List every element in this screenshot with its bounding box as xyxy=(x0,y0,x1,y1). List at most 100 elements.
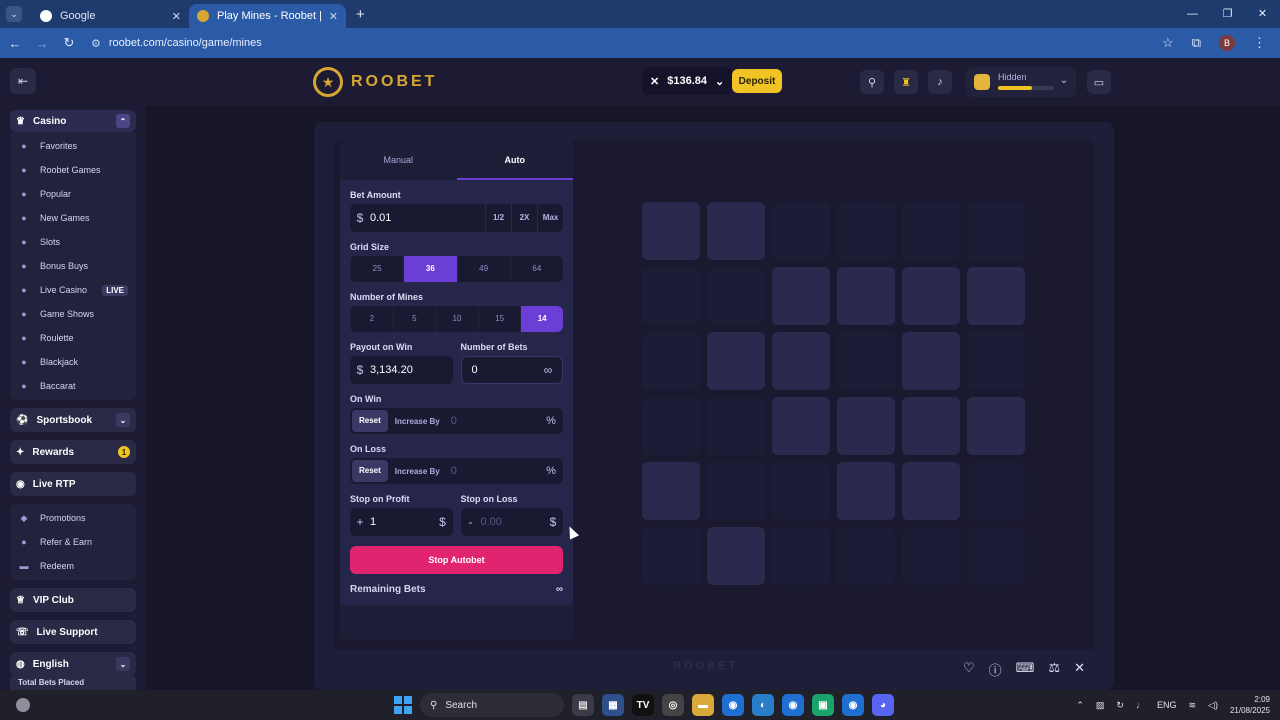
mines-count-option[interactable]: 5 xyxy=(392,306,436,332)
vip-progress-widget[interactable]: Hidden ⌄ xyxy=(966,67,1076,97)
app-green-icon[interactable]: ▣ xyxy=(812,694,834,716)
deposit-button[interactable]: Deposit xyxy=(732,69,782,93)
close-window-icon[interactable]: ✕ xyxy=(1245,0,1280,28)
extensions-icon[interactable]: ⧉ xyxy=(1192,35,1201,51)
sidebar-language[interactable]: ◍ English ⌄ xyxy=(10,652,136,676)
mine-tile[interactable] xyxy=(707,397,765,455)
chat-icon[interactable]: ▭ xyxy=(1087,70,1111,94)
mine-tile[interactable] xyxy=(902,462,960,520)
mine-tile[interactable] xyxy=(967,332,1025,390)
mine-tile[interactable] xyxy=(967,267,1025,325)
max-bet-button[interactable]: Max xyxy=(537,204,563,232)
bookmark-star-icon[interactable]: ☆ xyxy=(1162,35,1174,51)
sidebar-vip-club[interactable]: ♕ VIP Club xyxy=(10,588,136,612)
favorite-heart-icon[interactable]: ♡ xyxy=(963,660,975,679)
mine-tile[interactable] xyxy=(642,527,700,585)
mine-tile[interactable] xyxy=(772,332,830,390)
mine-tile[interactable] xyxy=(707,462,765,520)
mine-tile[interactable] xyxy=(772,462,830,520)
tray-app-icon[interactable]: ▨ xyxy=(1096,700,1105,711)
windows-start-icon[interactable] xyxy=(394,696,412,714)
url-field[interactable]: ⚙ roobet.com/casino/game/mines xyxy=(91,32,1162,54)
chevron-down-icon[interactable]: ⌄ xyxy=(116,657,130,671)
mines-count-option[interactable]: 15 xyxy=(477,306,521,332)
infinity-icon[interactable]: ∞ xyxy=(534,363,562,377)
on-loss-reset-button[interactable]: Reset xyxy=(352,460,388,482)
microphone-icon[interactable]: ♩ xyxy=(1136,700,1145,710)
store-icon[interactable]: ▦ xyxy=(602,694,624,716)
mine-tile[interactable] xyxy=(837,202,895,260)
tab-search-icon[interactable]: ⌄ xyxy=(6,6,22,22)
chevron-down-icon[interactable]: ⌄ xyxy=(116,413,130,427)
mine-tile[interactable] xyxy=(902,527,960,585)
minimize-icon[interactable]: — xyxy=(1175,0,1210,28)
grid-size-option[interactable]: 49 xyxy=(456,256,510,282)
mine-tile[interactable] xyxy=(837,397,895,455)
sidebar-item-new-games[interactable]: ● New Games xyxy=(10,206,136,230)
mine-tile[interactable] xyxy=(642,462,700,520)
roobet-logo[interactable]: ★ ROOBET xyxy=(313,67,437,97)
on-win-increase-button[interactable]: Increase By xyxy=(388,417,447,426)
mine-tile[interactable] xyxy=(707,527,765,585)
chrome-icon[interactable]: ◉ xyxy=(722,694,744,716)
info-icon[interactable]: ⓘ xyxy=(989,660,1002,679)
chrome-profile-icon[interactable]: ◉ xyxy=(782,694,804,716)
wifi-icon[interactable]: ≋ xyxy=(1188,700,1196,711)
mine-tile[interactable] xyxy=(707,202,765,260)
sidebar-live-rtp[interactable]: ◉ Live RTP xyxy=(10,472,136,496)
mines-count-option[interactable]: 2 xyxy=(350,306,393,332)
chrome-profile-2-icon[interactable]: ◉ xyxy=(842,694,864,716)
sidebar-item-roobet-games[interactable]: ● Roobet Games xyxy=(10,158,136,182)
mine-tile[interactable] xyxy=(772,527,830,585)
close-tab-icon[interactable]: ✕ xyxy=(172,10,181,23)
tradingview-icon[interactable]: TV xyxy=(632,694,654,716)
tab-auto[interactable]: Auto xyxy=(456,140,573,180)
mine-tile[interactable] xyxy=(642,332,700,390)
new-tab-icon[interactable]: + xyxy=(356,6,365,23)
mine-tile[interactable] xyxy=(772,267,830,325)
mine-tile[interactable] xyxy=(902,267,960,325)
fairness-scale-icon[interactable]: ⚖ xyxy=(1048,660,1060,679)
mine-tile[interactable] xyxy=(772,202,830,260)
sidebar-item-redeem[interactable]: ▬ Redeem xyxy=(10,554,136,578)
task-view-icon[interactable]: ▤ xyxy=(572,694,594,716)
mine-tile[interactable] xyxy=(902,397,960,455)
collapse-sidebar-icon[interactable]: ⇤ xyxy=(10,68,36,94)
mine-tile[interactable] xyxy=(707,267,765,325)
mine-tile[interactable] xyxy=(967,527,1025,585)
clock[interactable]: 2:09 21/08/2025 xyxy=(1230,694,1270,716)
sidebar-item-promotions[interactable]: ◆ Promotions xyxy=(10,506,136,530)
mute-icon[interactable]: ✕ xyxy=(1074,660,1085,679)
grid-size-option[interactable]: 25 xyxy=(350,256,403,282)
maximize-icon[interactable]: ❐ xyxy=(1210,0,1245,28)
mine-tile[interactable] xyxy=(707,332,765,390)
mines-count-option[interactable]: 14 xyxy=(520,306,563,332)
on-win-reset-button[interactable]: Reset xyxy=(352,410,388,432)
tab-roobet[interactable]: Play Mines - Roobet | Best Cryp ✕ xyxy=(189,4,346,28)
grid-size-option[interactable]: 64 xyxy=(509,256,563,282)
mine-tile[interactable] xyxy=(772,397,830,455)
balance-selector[interactable]: ✕ $136.84 ⌄ xyxy=(642,67,733,95)
sidebar-item-refer[interactable]: ● Refer & Earn xyxy=(10,530,136,554)
chevron-up-icon[interactable]: ⌃ xyxy=(116,114,130,128)
sidebar-sportsbook[interactable]: ⚽ Sportsbook ⌄ xyxy=(10,408,136,432)
close-tab-icon[interactable]: ✕ xyxy=(329,10,338,23)
mine-tile[interactable] xyxy=(837,267,895,325)
mines-count-option[interactable]: 10 xyxy=(435,306,478,332)
sidebar-item-slots[interactable]: ● Slots xyxy=(10,230,136,254)
tab-manual[interactable]: Manual xyxy=(340,140,457,180)
reload-icon[interactable]: ↻ xyxy=(57,35,81,51)
mine-tile[interactable] xyxy=(642,397,700,455)
sidebar-item-baccarat[interactable]: ● Baccarat xyxy=(10,374,136,398)
site-info-icon[interactable]: ⚙ xyxy=(91,37,101,50)
bet-amount-field[interactable]: $ 0.01 1/2 2X Max xyxy=(350,204,563,232)
edge-icon[interactable]: ◐ xyxy=(752,694,774,716)
stop-profit-field[interactable]: + 1 $ xyxy=(350,508,453,536)
mine-tile[interactable] xyxy=(642,202,700,260)
stop-autobet-button[interactable]: Stop Autobet xyxy=(350,546,563,574)
mine-tile[interactable] xyxy=(967,462,1025,520)
on-win-percent-input[interactable]: 0 xyxy=(447,415,539,427)
sidebar-item-bonus-buys[interactable]: ● Bonus Buys xyxy=(10,254,136,278)
sidebar-rewards[interactable]: ✦ Rewards 1 xyxy=(10,440,136,464)
tray-chevron-icon[interactable]: ⌃ xyxy=(1076,700,1084,711)
